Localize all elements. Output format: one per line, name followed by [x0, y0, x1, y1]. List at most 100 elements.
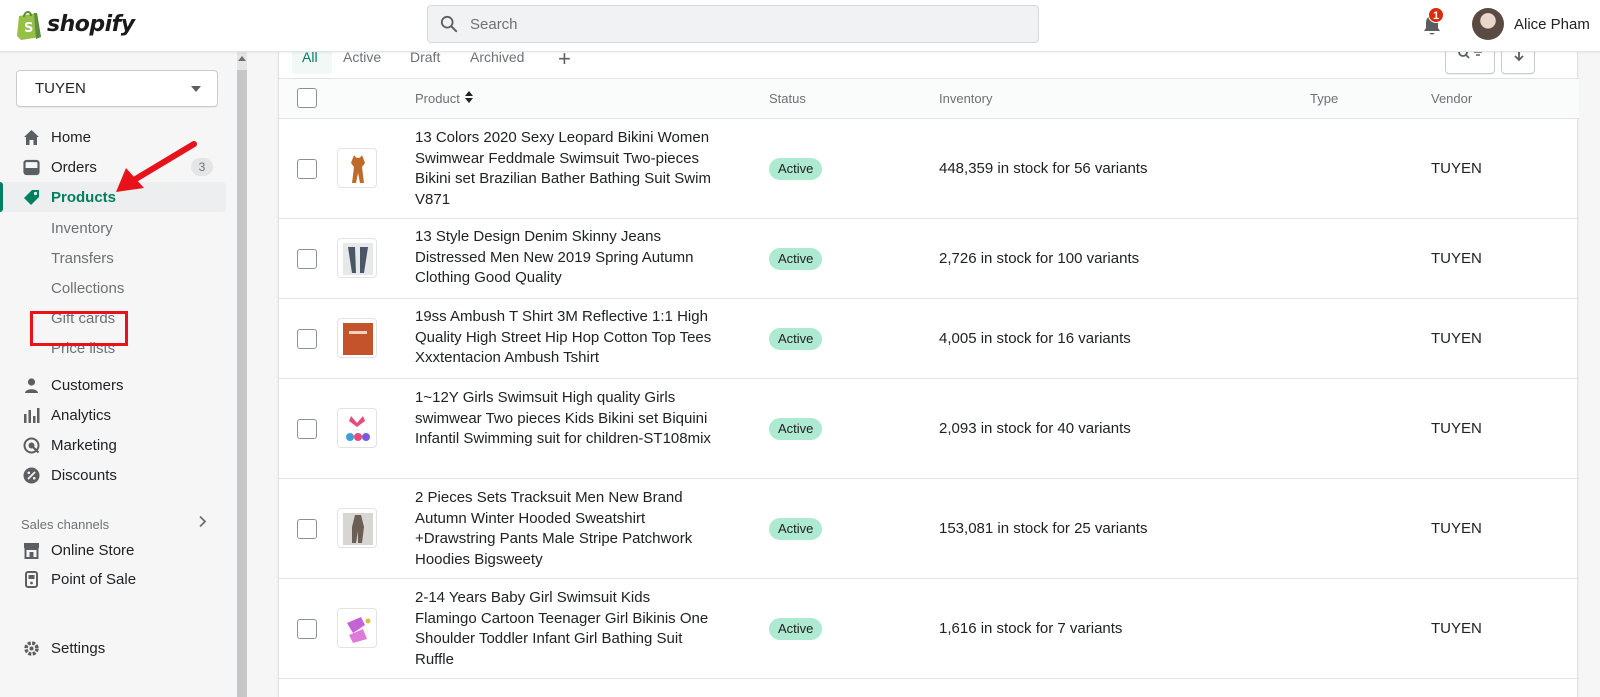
inventory-text: 4,005 in stock for 16 variants: [939, 330, 1131, 347]
pos-icon: [25, 571, 38, 588]
status-badge: Active: [769, 518, 823, 540]
table-header: Product Status Inventory Type Vendor: [279, 79, 1579, 119]
vendor-text: TUYEN: [1431, 160, 1482, 177]
store-icon: [24, 543, 39, 559]
header-product[interactable]: Product: [415, 91, 460, 106]
inventory-text: 153,081 in stock for 25 variants: [939, 520, 1148, 537]
product-image-icon: [346, 416, 370, 441]
store-selector[interactable]: TUYEN: [16, 70, 218, 107]
sidebar-item-label: Online Store: [51, 541, 135, 559]
search-icon: [440, 15, 458, 33]
product-image-icon: [351, 155, 365, 183]
status-badge: Active: [769, 248, 823, 270]
row-checkbox[interactable]: [297, 519, 317, 539]
product-thumbnail[interactable]: [337, 238, 377, 278]
product-title[interactable]: 13 Style Design Denim Skinny Jeans Distr…: [415, 227, 715, 289]
sidebar-item-label: Customers: [51, 376, 124, 394]
sidebar-item-label: Marketing: [51, 436, 117, 454]
vendor-text: TUYEN: [1431, 520, 1482, 537]
header-type: Type: [1310, 91, 1339, 106]
top-bar: S shopify 1 Alice Pham: [0, 0, 1600, 52]
vendor-text: TUYEN: [1431, 620, 1482, 637]
header-vendor: Vendor: [1431, 91, 1473, 106]
product-thumbnail[interactable]: [337, 318, 377, 358]
product-image-icon: [343, 513, 373, 545]
table-row[interactable]: 2-14 Years Baby Girl Swimsuit Kids Flami…: [279, 579, 1579, 679]
sidebar-scrollbar-thumb[interactable]: [237, 70, 247, 697]
svg-text:S: S: [24, 21, 33, 36]
status-badge: Active: [769, 618, 823, 640]
product-thumbnail[interactable]: [337, 508, 377, 548]
status-badge: Active: [769, 328, 823, 350]
table-row[interactable]: 19ss Ambush T Shirt 3M Reflective 1:1 Hi…: [279, 299, 1579, 379]
sidebar-item-label: Point of Sale: [51, 570, 137, 588]
tag-icon: [24, 190, 39, 205]
table-row[interactable]: 2 Pieces Sets Tracksuit Men New Brand Au…: [279, 479, 1579, 579]
vendor-text: TUYEN: [1431, 250, 1482, 267]
product-title[interactable]: 1~12Y Girls Swimsuit High quality Girls …: [415, 388, 715, 450]
sidebar-item-marketing[interactable]: Marketing: [0, 430, 226, 460]
product-title[interactable]: 2 Pieces Sets Tracksuit Men New Brand Au…: [415, 488, 715, 570]
sales-channels-header: Sales channels: [21, 517, 110, 532]
sidebar-item-analytics[interactable]: Analytics: [0, 400, 226, 430]
row-checkbox[interactable]: [297, 159, 317, 179]
product-title[interactable]: 19ss Ambush T Shirt 3M Reflective 1:1 Hi…: [415, 307, 715, 369]
sidebar-item-label: Home: [51, 128, 92, 146]
scroll-up-arrow-icon[interactable]: [238, 56, 246, 61]
annotation-arrow-icon: [116, 141, 197, 192]
target-icon: [23, 437, 40, 454]
user-name[interactable]: Alice Pham: [1514, 16, 1590, 33]
chevron-right-icon[interactable]: [198, 515, 207, 528]
shopify-logo[interactable]: S shopify: [16, 9, 135, 40]
notification-badge: 1: [1428, 7, 1444, 23]
row-checkbox[interactable]: [297, 619, 317, 639]
sidebar-subitem-collections[interactable]: Collections: [51, 280, 124, 297]
table-row[interactable]: 13 Colors 2020 Sexy Leopard Bikini Women…: [279, 119, 1579, 219]
product-thumbnail[interactable]: [337, 148, 377, 188]
orders-icon: [23, 159, 40, 176]
sidebar-item-label: Analytics: [51, 406, 112, 424]
sidebar-item-label: Discounts: [51, 466, 117, 484]
product-tabs: All Active Draft Archived +: [279, 44, 1579, 79]
product-image-icon: [347, 617, 371, 643]
sort-updown-icon[interactable]: [465, 90, 473, 104]
sidebar-item-settings[interactable]: Settings: [0, 633, 226, 663]
row-checkbox[interactable]: [297, 329, 317, 349]
bar-chart-icon: [24, 408, 40, 423]
status-badge: Active: [769, 418, 823, 440]
search-bar[interactable]: [427, 5, 1039, 43]
header-inventory: Inventory: [939, 91, 993, 106]
products-card: All Active Draft Archived + Product Stat…: [278, 44, 1579, 697]
annotation-highlight-box: [30, 311, 128, 346]
sidebar-subitem-transfers[interactable]: Transfers: [51, 250, 114, 267]
shopify-bag-icon: S: [17, 11, 41, 40]
avatar[interactable]: [1472, 8, 1504, 40]
person-icon: [25, 378, 38, 393]
row-checkbox[interactable]: [297, 249, 317, 269]
product-image-icon: [343, 323, 373, 355]
table-row[interactable]: 1~12Y Girls Swimsuit High quality Girls …: [279, 379, 1579, 479]
caret-down-icon: [191, 86, 201, 92]
product-thumbnail[interactable]: [337, 408, 377, 448]
sidebar-item-label: Settings: [51, 639, 106, 657]
logo-text: shopify: [47, 12, 135, 37]
row-checkbox[interactable]: [297, 419, 317, 439]
search-input[interactable]: [470, 15, 990, 33]
sidebar-item-online-store[interactable]: Online Store: [0, 535, 226, 565]
store-name: TUYEN: [35, 80, 86, 97]
inventory-text: 448,359 in stock for 56 variants: [939, 160, 1148, 177]
product-thumbnail[interactable]: [337, 608, 377, 648]
select-all-checkbox[interactable]: [297, 88, 317, 108]
inventory-text: 2,726 in stock for 100 variants: [939, 250, 1140, 267]
sidebar-item-point-of-sale[interactable]: Point of Sale: [0, 564, 226, 594]
home-icon: [24, 130, 39, 145]
sidebar-item-customers[interactable]: Customers: [0, 370, 226, 400]
sidebar-item-discounts[interactable]: Discounts: [0, 460, 226, 490]
product-title[interactable]: 13 Colors 2020 Sexy Leopard Bikini Women…: [415, 128, 715, 210]
header-status: Status: [769, 91, 806, 106]
product-title[interactable]: 2-14 Years Baby Girl Swimsuit Kids Flami…: [415, 588, 715, 670]
product-image-icon: [343, 243, 373, 275]
vendor-text: TUYEN: [1431, 420, 1482, 437]
sidebar-subitem-inventory[interactable]: Inventory: [51, 220, 113, 237]
table-row[interactable]: 13 Style Design Denim Skinny Jeans Distr…: [279, 219, 1579, 299]
